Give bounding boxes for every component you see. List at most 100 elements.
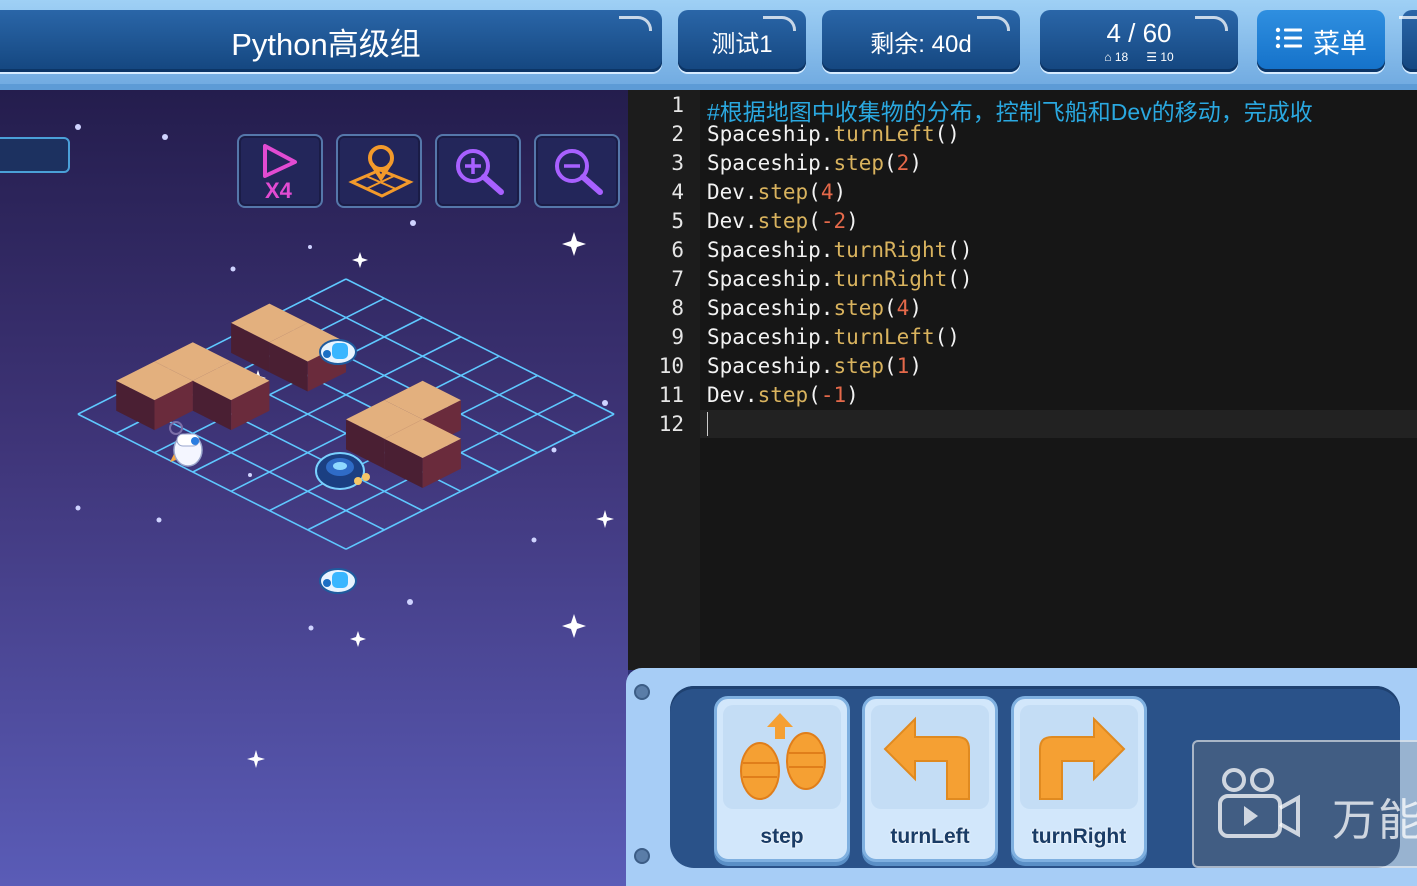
watermark-text: 万能 bbox=[1332, 796, 1417, 845]
progress-stats: ⌂ 18 ☰ 10 bbox=[1104, 50, 1173, 64]
code-argument: -2 bbox=[820, 209, 847, 233]
speed-bar[interactable] bbox=[0, 137, 70, 173]
line-number: 11 bbox=[658, 383, 684, 407]
grid-line bbox=[77, 413, 347, 550]
sparkle-stars bbox=[247, 232, 614, 768]
code-paren: ( bbox=[934, 325, 948, 349]
code-editor[interactable]: 1 2 3 4 5 6 7 8 9 10 11 12 #根据地图中收集物的分布，控制飞船和Dev的移动… bbox=[628, 90, 1417, 670]
bolt-icon bbox=[634, 848, 650, 864]
play-speed-icon: X4 bbox=[263, 144, 297, 203]
collectible-capsule bbox=[319, 339, 357, 365]
step-block-card[interactable]: step bbox=[714, 696, 850, 862]
code-paren: ) bbox=[846, 383, 859, 407]
code-object: Dev. bbox=[707, 180, 758, 204]
code-object: Dev. bbox=[707, 383, 758, 407]
code-argument: 4 bbox=[896, 296, 910, 320]
code-method: step bbox=[757, 209, 809, 233]
card-face bbox=[871, 705, 989, 809]
menu-list-icon bbox=[1275, 26, 1303, 57]
bolt-icon bbox=[634, 684, 650, 700]
code-argument: -1 bbox=[820, 383, 847, 407]
code-method: turnLeft bbox=[833, 122, 935, 146]
code-object: Spaceship. bbox=[707, 267, 834, 291]
code-line[interactable]: Spaceship.step(1) bbox=[707, 354, 922, 378]
code-object: Spaceship. bbox=[707, 238, 834, 262]
code-paren: ( bbox=[808, 209, 821, 233]
code-paren: ) bbox=[833, 180, 847, 204]
zoom-in-button[interactable] bbox=[435, 134, 521, 208]
code-line[interactable]: Dev.step(-1) bbox=[707, 383, 859, 407]
code-method: turnRight bbox=[833, 267, 948, 291]
code-method: turnRight bbox=[833, 238, 948, 262]
code-method: step bbox=[833, 354, 885, 378]
turn-right-card-label: turnRight bbox=[1031, 825, 1127, 848]
test-button[interactable]: 测试1 bbox=[678, 10, 806, 72]
code-paren: ( bbox=[808, 180, 821, 204]
map-button[interactable] bbox=[336, 134, 422, 208]
line-number: 1 bbox=[671, 93, 684, 117]
code-paren: ) bbox=[959, 238, 973, 262]
test-label: 测试1 bbox=[711, 30, 773, 58]
zoom-out-button[interactable] bbox=[534, 134, 620, 208]
step-card-label: step bbox=[760, 825, 804, 848]
code-paren: ( bbox=[947, 238, 960, 262]
code-line[interactable]: Spaceship.step(2) bbox=[707, 151, 922, 175]
code-line[interactable]: Spaceship.turnRight() bbox=[707, 238, 973, 262]
code-paren: ) bbox=[909, 354, 922, 378]
line-number: 5 bbox=[671, 209, 684, 233]
line-number: 3 bbox=[671, 151, 684, 175]
card-face bbox=[723, 705, 841, 809]
code-line[interactable]: Spaceship.turnLeft() bbox=[707, 325, 960, 349]
lines-stat: ☰ 10 bbox=[1146, 50, 1173, 64]
extra-button[interactable] bbox=[1399, 10, 1417, 72]
turn-right-arrow-icon bbox=[1039, 716, 1126, 800]
code-argument: 1 bbox=[896, 354, 910, 378]
turn-left-arrow-icon bbox=[883, 716, 970, 800]
code-line[interactable]: Dev.step(4) bbox=[707, 180, 846, 204]
level-title-text: Python高级组 bbox=[231, 26, 421, 62]
turn-right-block-card[interactable]: turnRight bbox=[1011, 696, 1147, 862]
current-line-highlight bbox=[700, 410, 1417, 438]
level-title: Python高级组 bbox=[0, 10, 662, 72]
dev-robot-sprite bbox=[169, 421, 203, 467]
game-canvas[interactable]: X4 bbox=[0, 90, 628, 886]
svg-text:X4: X4 bbox=[265, 178, 293, 203]
code-line[interactable]: Dev.step(-2) bbox=[707, 209, 859, 233]
line-gutter: 1 2 3 4 5 6 7 8 9 10 11 12 bbox=[628, 90, 700, 670]
code-method: step bbox=[833, 151, 885, 175]
map-pin-icon bbox=[348, 145, 414, 198]
line-number: 2 bbox=[671, 122, 684, 146]
line-number: 7 bbox=[671, 267, 684, 291]
line-number: 4 bbox=[671, 180, 684, 204]
code-object: Spaceship. bbox=[707, 151, 834, 175]
code-paren: ) bbox=[909, 296, 922, 320]
code-line[interactable]: Spaceship.step(4) bbox=[707, 296, 922, 320]
remaining-time: 剩余: 40d bbox=[822, 10, 1020, 72]
code-object: Spaceship. bbox=[707, 296, 834, 320]
speed-button[interactable]: X4 bbox=[237, 134, 323, 208]
spaceship-sprite bbox=[315, 452, 370, 490]
grid-line bbox=[345, 278, 615, 415]
lines-icon: ☰ bbox=[1146, 50, 1157, 64]
code-paren: ( bbox=[934, 122, 948, 146]
menu-button[interactable]: 菜单 bbox=[1257, 10, 1385, 72]
line-number: 9 bbox=[671, 325, 684, 349]
zoom-in-icon bbox=[456, 149, 504, 195]
code-argument: 2 bbox=[896, 151, 910, 175]
turn-left-block-card[interactable]: turnLeft bbox=[862, 696, 998, 862]
code-argument: 4 bbox=[820, 180, 834, 204]
game-board bbox=[75, 124, 615, 768]
code-paren: ( bbox=[884, 151, 897, 175]
text-cursor bbox=[707, 412, 708, 436]
line-number: 10 bbox=[658, 354, 684, 378]
zoom-out-icon bbox=[555, 149, 603, 195]
code-method: turnLeft bbox=[833, 325, 935, 349]
code-line[interactable]: Spaceship.turnLeft() bbox=[707, 122, 960, 146]
collectible-capsule bbox=[319, 568, 357, 594]
code-paren: ( bbox=[884, 354, 897, 378]
code-line[interactable]: Spaceship.turnRight() bbox=[707, 267, 973, 291]
video-camera-icon bbox=[1218, 768, 1300, 838]
top-bar: Python高级组 测试1 剩余: 40d 4 / 60 ⌂ 18 ☰ 10 菜… bbox=[0, 0, 1417, 90]
remaining-text: 剩余: 40d bbox=[870, 30, 972, 58]
code-paren: ( bbox=[947, 267, 960, 291]
